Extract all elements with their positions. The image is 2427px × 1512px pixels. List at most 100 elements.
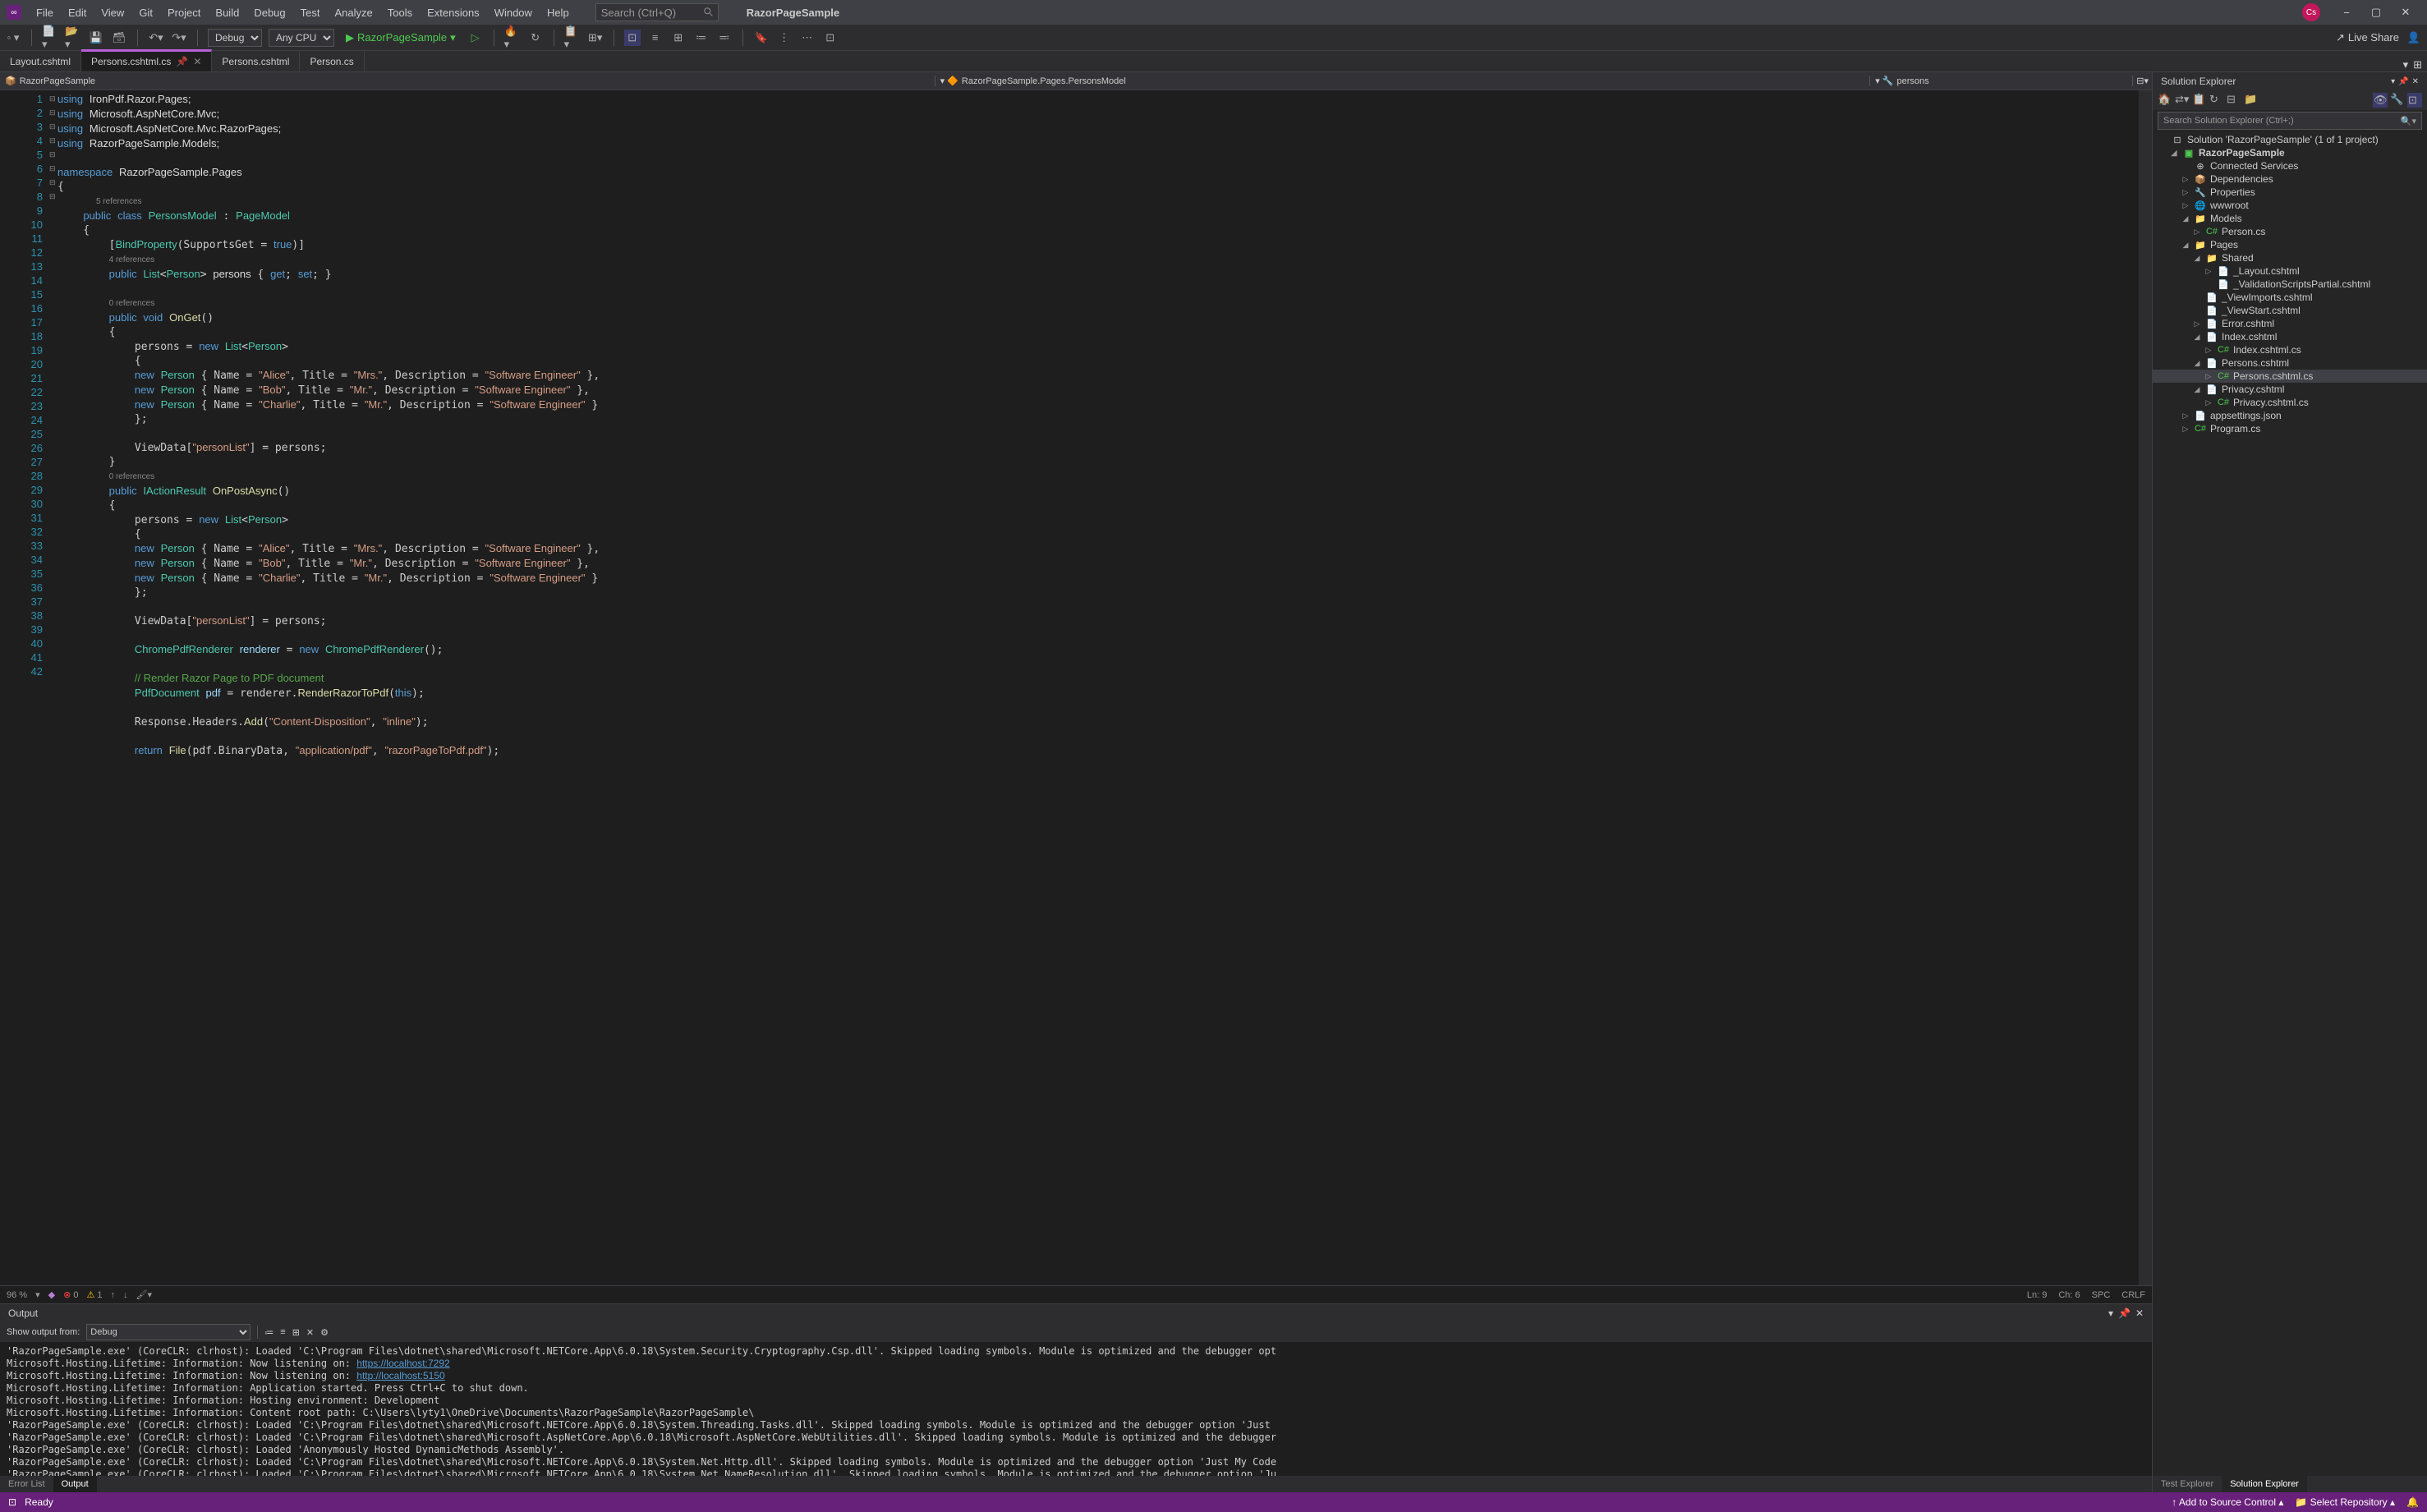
bookmark-icon[interactable]: 🔖 <box>753 30 770 46</box>
panel-dropdown-icon[interactable]: ▾ <box>2108 1307 2113 1319</box>
refresh-icon[interactable]: ↻ <box>527 30 544 46</box>
solution-search[interactable]: Search Solution Explorer (Ctrl+;) 🔍▾ <box>2158 112 2422 130</box>
solution-explorer-tab[interactable]: Solution Explorer <box>2222 1476 2307 1492</box>
menu-edit[interactable]: Edit <box>62 3 93 22</box>
tab-persons-cshtml-cs[interactable]: Persons.cshtml.cs📌✕ <box>81 49 212 71</box>
output-toggle-icon[interactable]: ⊞ <box>292 1327 300 1338</box>
tree-program-cs[interactable]: ▷C#Program.cs <box>2153 422 2427 435</box>
menu-debug[interactable]: Debug <box>247 3 292 22</box>
tree-layout-cshtml[interactable]: ▷📄_Layout.cshtml <box>2153 264 2427 278</box>
tool-icon-3[interactable]: ≡ <box>647 30 664 46</box>
search-input[interactable]: Search (Ctrl+Q) <box>595 3 719 21</box>
menu-window[interactable]: Window <box>488 3 539 22</box>
menu-project[interactable]: Project <box>161 3 207 22</box>
sol-switch-icon[interactable]: ⇄▾ <box>2175 93 2190 108</box>
tool-icon-8[interactable]: ⋯ <box>799 30 816 46</box>
redo-button[interactable]: ↷▾ <box>171 30 187 46</box>
user-avatar[interactable]: Cs <box>2302 3 2320 21</box>
tool-icon-4[interactable]: ⊞ <box>670 30 687 46</box>
tree-pages[interactable]: ◢📁Pages <box>2153 238 2427 251</box>
zoom-level[interactable]: 96 % <box>7 1290 27 1300</box>
add-source-control[interactable]: ↑ Add to Source Control ▴ <box>2172 1496 2283 1508</box>
tree-persons-cshtml[interactable]: ◢📄Persons.cshtml <box>2153 356 2427 370</box>
menu-tools[interactable]: Tools <box>381 3 419 22</box>
menu-git[interactable]: Git <box>132 3 159 22</box>
menu-view[interactable]: View <box>94 3 131 22</box>
tree-viewstart[interactable]: 📄_ViewStart.cshtml <box>2153 304 2427 317</box>
menu-test[interactable]: Test <box>294 3 327 22</box>
pin-icon[interactable]: 📌 <box>176 56 188 67</box>
start-button[interactable]: ▶ RazorPageSample ▾ <box>341 30 461 46</box>
save-all-button[interactable]: 🗃 <box>111 30 127 46</box>
output-body[interactable]: 'RazorPageSample.exe' (CoreCLR: clrhost)… <box>0 1342 2152 1476</box>
feedback-icon[interactable]: 👤 <box>2406 30 2422 46</box>
menu-extensions[interactable]: Extensions <box>421 3 486 22</box>
nav-down-icon[interactable]: ↓ <box>123 1290 128 1300</box>
close-button[interactable]: ✕ <box>2391 0 2420 25</box>
fold-column[interactable]: ⊟⊟⊟⊟⊟⊟⊟⊟ <box>49 90 57 1285</box>
tab-preview-icon[interactable]: ▾ <box>2403 58 2409 71</box>
select-repository[interactable]: 📁 Select Repository ▴ <box>2295 1496 2395 1508</box>
tree-privacy-cs[interactable]: ▷C#Privacy.cshtml.cs <box>2153 396 2427 409</box>
solution-tree[interactable]: ⊡Solution 'RazorPageSample' (1 of 1 proj… <box>2153 131 2427 1476</box>
tool-icon-1[interactable]: ⊞▾ <box>587 30 604 46</box>
tool-icon-5[interactable]: ≔ <box>693 30 710 46</box>
nav-split-icon[interactable]: ⊟▾ <box>2133 76 2152 86</box>
brush-icon[interactable]: 🖌▾ <box>136 1289 153 1300</box>
line-indicator[interactable]: Ln: 9 <box>2027 1290 2047 1300</box>
sol-collapse-icon[interactable]: ⊟ <box>2227 93 2241 108</box>
warn-count[interactable]: ⚠ 1 <box>86 1289 102 1300</box>
tree-error-cshtml[interactable]: ▷📄Error.cshtml <box>2153 317 2427 330</box>
close-icon[interactable]: ✕ <box>193 56 201 67</box>
health-icon[interactable]: ◆ <box>48 1289 55 1300</box>
solution-pin-icon[interactable]: 📌 <box>2398 77 2408 86</box>
save-button[interactable]: 💾 <box>88 30 104 46</box>
tab-close-all-icon[interactable]: ⊞ <box>2413 58 2422 71</box>
tree-solution-root[interactable]: ⊡Solution 'RazorPageSample' (1 of 1 proj… <box>2153 133 2427 146</box>
browser-link-icon[interactable]: 📋▾ <box>564 30 581 46</box>
error-count[interactable]: ⊗ 0 <box>63 1289 78 1300</box>
tab-person-cs[interactable]: Person.cs <box>300 52 364 71</box>
platform-select[interactable]: Any CPU <box>269 29 334 47</box>
tree-shared[interactable]: ◢📁Shared <box>2153 251 2427 264</box>
new-button[interactable]: 📄▾ <box>42 30 58 46</box>
back-button[interactable]: ◦ ▾ <box>5 30 21 46</box>
tree-connected-services[interactable]: ⊕Connected Services <box>2153 159 2427 172</box>
sol-properties-icon[interactable]: 🔧 <box>2390 93 2405 108</box>
output-clear-all-icon[interactable]: ✕ <box>306 1327 314 1338</box>
panel-close-icon[interactable]: ✕ <box>2135 1307 2144 1319</box>
indent-indicator[interactable]: SPC <box>2092 1290 2111 1300</box>
tree-index-cs[interactable]: ▷C#Index.cshtml.cs <box>2153 343 2427 356</box>
tree-persons-cs[interactable]: ▷C#Persons.cshtml.cs <box>2153 370 2427 383</box>
zoom-dropdown-icon[interactable]: ▾ <box>35 1289 40 1300</box>
tree-validation-cshtml[interactable]: 📄_ValidationScriptsPartial.cshtml <box>2153 278 2427 291</box>
test-explorer-tab[interactable]: Test Explorer <box>2153 1476 2222 1492</box>
undo-button[interactable]: ↶▾ <box>148 30 164 46</box>
tool-icon-2[interactable]: ⊡ <box>624 30 641 46</box>
tree-privacy-cshtml[interactable]: ◢📄Privacy.cshtml <box>2153 383 2427 396</box>
open-button[interactable]: 📂▾ <box>65 30 81 46</box>
char-indicator[interactable]: Ch: 6 <box>2058 1290 2080 1300</box>
menu-build[interactable]: Build <box>209 3 246 22</box>
tree-properties[interactable]: ▷🔧Properties <box>2153 186 2427 199</box>
sol-preview-icon[interactable]: 👁 <box>2373 93 2388 108</box>
tree-project[interactable]: ◢▣RazorPageSample <box>2153 146 2427 159</box>
output-tab[interactable]: Output <box>53 1476 97 1492</box>
solution-close-icon[interactable]: ✕ <box>2412 77 2419 86</box>
tool-icon-6[interactable]: ≕ <box>716 30 733 46</box>
minimize-button[interactable]: − <box>2332 0 2361 25</box>
solution-dropdown-icon[interactable]: ▾ <box>2391 77 2395 86</box>
start-without-debug-button[interactable]: ▷ <box>467 30 484 46</box>
live-share-button[interactable]: ↗ Live Share <box>2336 31 2399 44</box>
maximize-button[interactable]: ▢ <box>2361 0 2391 25</box>
panel-pin-icon[interactable]: 📌 <box>2118 1307 2131 1319</box>
tree-viewimports[interactable]: 📄_ViewImports.cshtml <box>2153 291 2427 304</box>
config-select[interactable]: Debug <box>208 29 262 47</box>
sol-refresh-icon[interactable]: ↻ <box>2209 93 2224 108</box>
tree-person-cs[interactable]: ▷C#Person.cs <box>2153 225 2427 238</box>
tree-appsettings[interactable]: ▷📄appsettings.json <box>2153 409 2427 422</box>
tab-persons-cshtml[interactable]: Persons.cshtml <box>212 52 300 71</box>
editor-scrollbar[interactable] <box>2139 90 2152 1285</box>
error-list-tab[interactable]: Error List <box>0 1476 53 1492</box>
tree-wwwroot[interactable]: ▷🌐wwwroot <box>2153 199 2427 212</box>
